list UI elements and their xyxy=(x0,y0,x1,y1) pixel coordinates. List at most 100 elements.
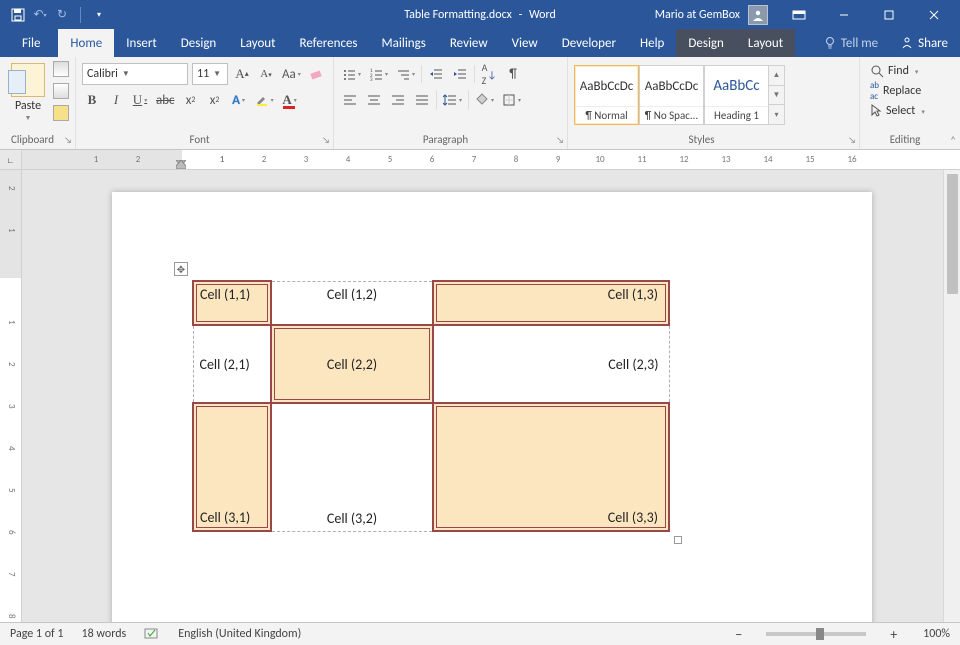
bold-button[interactable]: B xyxy=(82,89,102,111)
underline-button[interactable]: U▾ xyxy=(130,89,150,111)
tab-review[interactable]: Review xyxy=(438,29,500,57)
table-cell[interactable]: Cell (3,3) xyxy=(433,403,669,531)
styles-launcher-icon[interactable]: ↘ xyxy=(848,135,856,146)
style-heading-1[interactable]: AaBbCc Heading 1 xyxy=(704,65,769,125)
tell-me-label: Tell me xyxy=(841,36,878,51)
strikethrough-button[interactable]: abc xyxy=(154,89,177,111)
tab-table-design[interactable]: Design xyxy=(676,29,735,57)
numbering-icon[interactable]: 123▾ xyxy=(367,63,390,85)
zoom-slider[interactable] xyxy=(766,632,866,636)
highlight-icon[interactable]: ▾ xyxy=(253,89,276,111)
styles-gallery-more[interactable]: ▲▼▾ xyxy=(769,65,785,125)
align-center-icon[interactable] xyxy=(364,89,384,111)
table-move-handle-icon[interactable]: ✥ xyxy=(174,262,188,276)
zoom-level[interactable]: 100% xyxy=(923,627,950,641)
italic-button[interactable]: I xyxy=(106,89,126,111)
text-effects-icon[interactable]: A▾ xyxy=(229,89,249,111)
align-right-icon[interactable] xyxy=(388,89,408,111)
tab-references[interactable]: References xyxy=(288,29,370,57)
document-table[interactable]: ✥ Cell (1,1) Cell (1,2) Cell (1,3) Cell … xyxy=(192,280,670,532)
tab-insert[interactable]: Insert xyxy=(114,29,169,57)
select-button[interactable]: Select▾ xyxy=(866,101,954,121)
justify-icon[interactable] xyxy=(412,89,432,111)
table-cell[interactable]: Cell (1,1) xyxy=(193,281,271,325)
superscript-button[interactable]: x2 xyxy=(205,89,225,111)
font-size-combo[interactable]: 11▼ xyxy=(192,63,228,85)
redo-icon[interactable]: ↻ xyxy=(54,7,70,23)
minimize-button[interactable] xyxy=(821,0,866,29)
page-count[interactable]: Page 1 of 1 xyxy=(10,627,64,641)
copy-icon[interactable] xyxy=(53,83,69,99)
document-page[interactable]: ✥ Cell (1,1) Cell (1,2) Cell (1,3) Cell … xyxy=(112,192,872,622)
line-spacing-icon[interactable]: ▾ xyxy=(441,89,464,111)
tab-design[interactable]: Design xyxy=(169,29,228,57)
clear-formatting-icon[interactable] xyxy=(307,63,327,85)
increase-indent-icon[interactable] xyxy=(450,63,470,85)
save-icon[interactable] xyxy=(10,7,26,23)
zoom-in-button[interactable]: + xyxy=(890,626,897,643)
tab-mailings[interactable]: Mailings xyxy=(370,29,438,57)
font-launcher-icon[interactable]: ↘ xyxy=(322,135,330,146)
page-area[interactable]: ✥ Cell (1,1) Cell (1,2) Cell (1,3) Cell … xyxy=(22,170,960,622)
user-avatar-icon[interactable] xyxy=(748,5,768,25)
tab-layout[interactable]: Layout xyxy=(228,29,287,57)
change-case-icon[interactable]: Aa▾ xyxy=(280,63,303,85)
tab-table-layout[interactable]: Layout xyxy=(736,29,795,57)
collapse-ribbon-icon[interactable]: ˄ xyxy=(950,134,956,147)
table-cell[interactable]: Cell (1,3) xyxy=(433,281,669,325)
sort-icon[interactable]: AZ↓ xyxy=(479,63,499,85)
subscript-button[interactable]: x2 xyxy=(181,89,201,111)
shading-icon[interactable]: ▾ xyxy=(473,89,496,111)
table-cell[interactable]: Cell (2,2) xyxy=(271,325,433,403)
cut-icon[interactable] xyxy=(53,61,69,77)
tab-view[interactable]: View xyxy=(500,29,550,57)
table-resize-handle-icon[interactable] xyxy=(674,536,682,544)
clipboard-launcher-icon[interactable]: ↘ xyxy=(64,135,72,146)
share-button[interactable]: Share xyxy=(888,36,960,51)
undo-icon[interactable]: ↶▾ xyxy=(32,7,48,23)
zoom-out-button[interactable]: − xyxy=(735,626,742,643)
spellcheck-icon[interactable] xyxy=(144,627,160,641)
tab-developer[interactable]: Developer xyxy=(550,29,628,57)
customize-qat-icon[interactable]: ▾ xyxy=(91,7,107,23)
language[interactable]: English (United Kingdom) xyxy=(178,627,301,641)
horizontal-ruler[interactable]: ∟ 1 2 1 1 2 3 4 5 6 7 8 9 10 11 12 13 14… xyxy=(0,150,960,170)
tab-home[interactable]: Home xyxy=(58,29,114,57)
vertical-ruler[interactable]: 2 1 1 2 3 4 5 6 7 8 xyxy=(0,170,22,622)
multilevel-list-icon[interactable]: ▾ xyxy=(394,63,417,85)
ribbon-display-icon[interactable] xyxy=(776,0,821,29)
find-button[interactable]: Find▾ xyxy=(866,61,954,81)
table-cell[interactable]: Cell (3,2) xyxy=(271,403,433,531)
tab-help[interactable]: Help xyxy=(628,29,676,57)
hanging-indent-icon[interactable] xyxy=(176,160,186,169)
tab-file[interactable]: File xyxy=(10,29,52,57)
table-cell[interactable]: Cell (2,1) xyxy=(193,325,271,403)
scrollbar-thumb[interactable] xyxy=(947,174,958,294)
grow-font-icon[interactable]: A▴ xyxy=(232,63,252,85)
tab-selector-icon[interactable]: ∟ xyxy=(0,150,22,169)
style-normal[interactable]: AaBbCcDc ¶ Normal xyxy=(574,65,639,125)
show-marks-icon[interactable]: ¶ xyxy=(503,63,523,85)
paragraph-launcher-icon[interactable]: ↘ xyxy=(556,135,564,146)
font-name-combo[interactable]: Calibri▼ xyxy=(82,63,188,85)
maximize-button[interactable] xyxy=(866,0,911,29)
paste-button[interactable]: Paste ▼ xyxy=(6,61,50,122)
tell-me[interactable]: Tell me xyxy=(813,36,888,51)
align-left-icon[interactable] xyxy=(340,89,360,111)
replace-button[interactable]: abacReplace xyxy=(866,81,954,101)
font-color-icon[interactable]: A▾ xyxy=(280,89,300,111)
borders-icon[interactable]: ▾ xyxy=(500,89,523,111)
style-no-spacing[interactable]: AaBbCcDc ¶ No Spac... xyxy=(639,65,704,125)
table-cell[interactable]: Cell (2,3) xyxy=(433,325,669,403)
vertical-scrollbar[interactable] xyxy=(943,170,960,622)
bullets-icon[interactable]: ▾ xyxy=(340,63,363,85)
close-button[interactable] xyxy=(911,0,956,29)
table-cell[interactable]: Cell (1,2) xyxy=(271,281,433,325)
shrink-font-icon[interactable]: A▾ xyxy=(256,63,276,85)
decrease-indent-icon[interactable] xyxy=(426,63,446,85)
format-painter-icon[interactable] xyxy=(53,105,69,121)
table-cell[interactable]: Cell (3,1) xyxy=(193,403,271,531)
user-name[interactable]: Mario at GemBox xyxy=(655,8,740,22)
zoom-slider-thumb[interactable] xyxy=(816,628,824,640)
word-count[interactable]: 18 words xyxy=(82,627,127,641)
